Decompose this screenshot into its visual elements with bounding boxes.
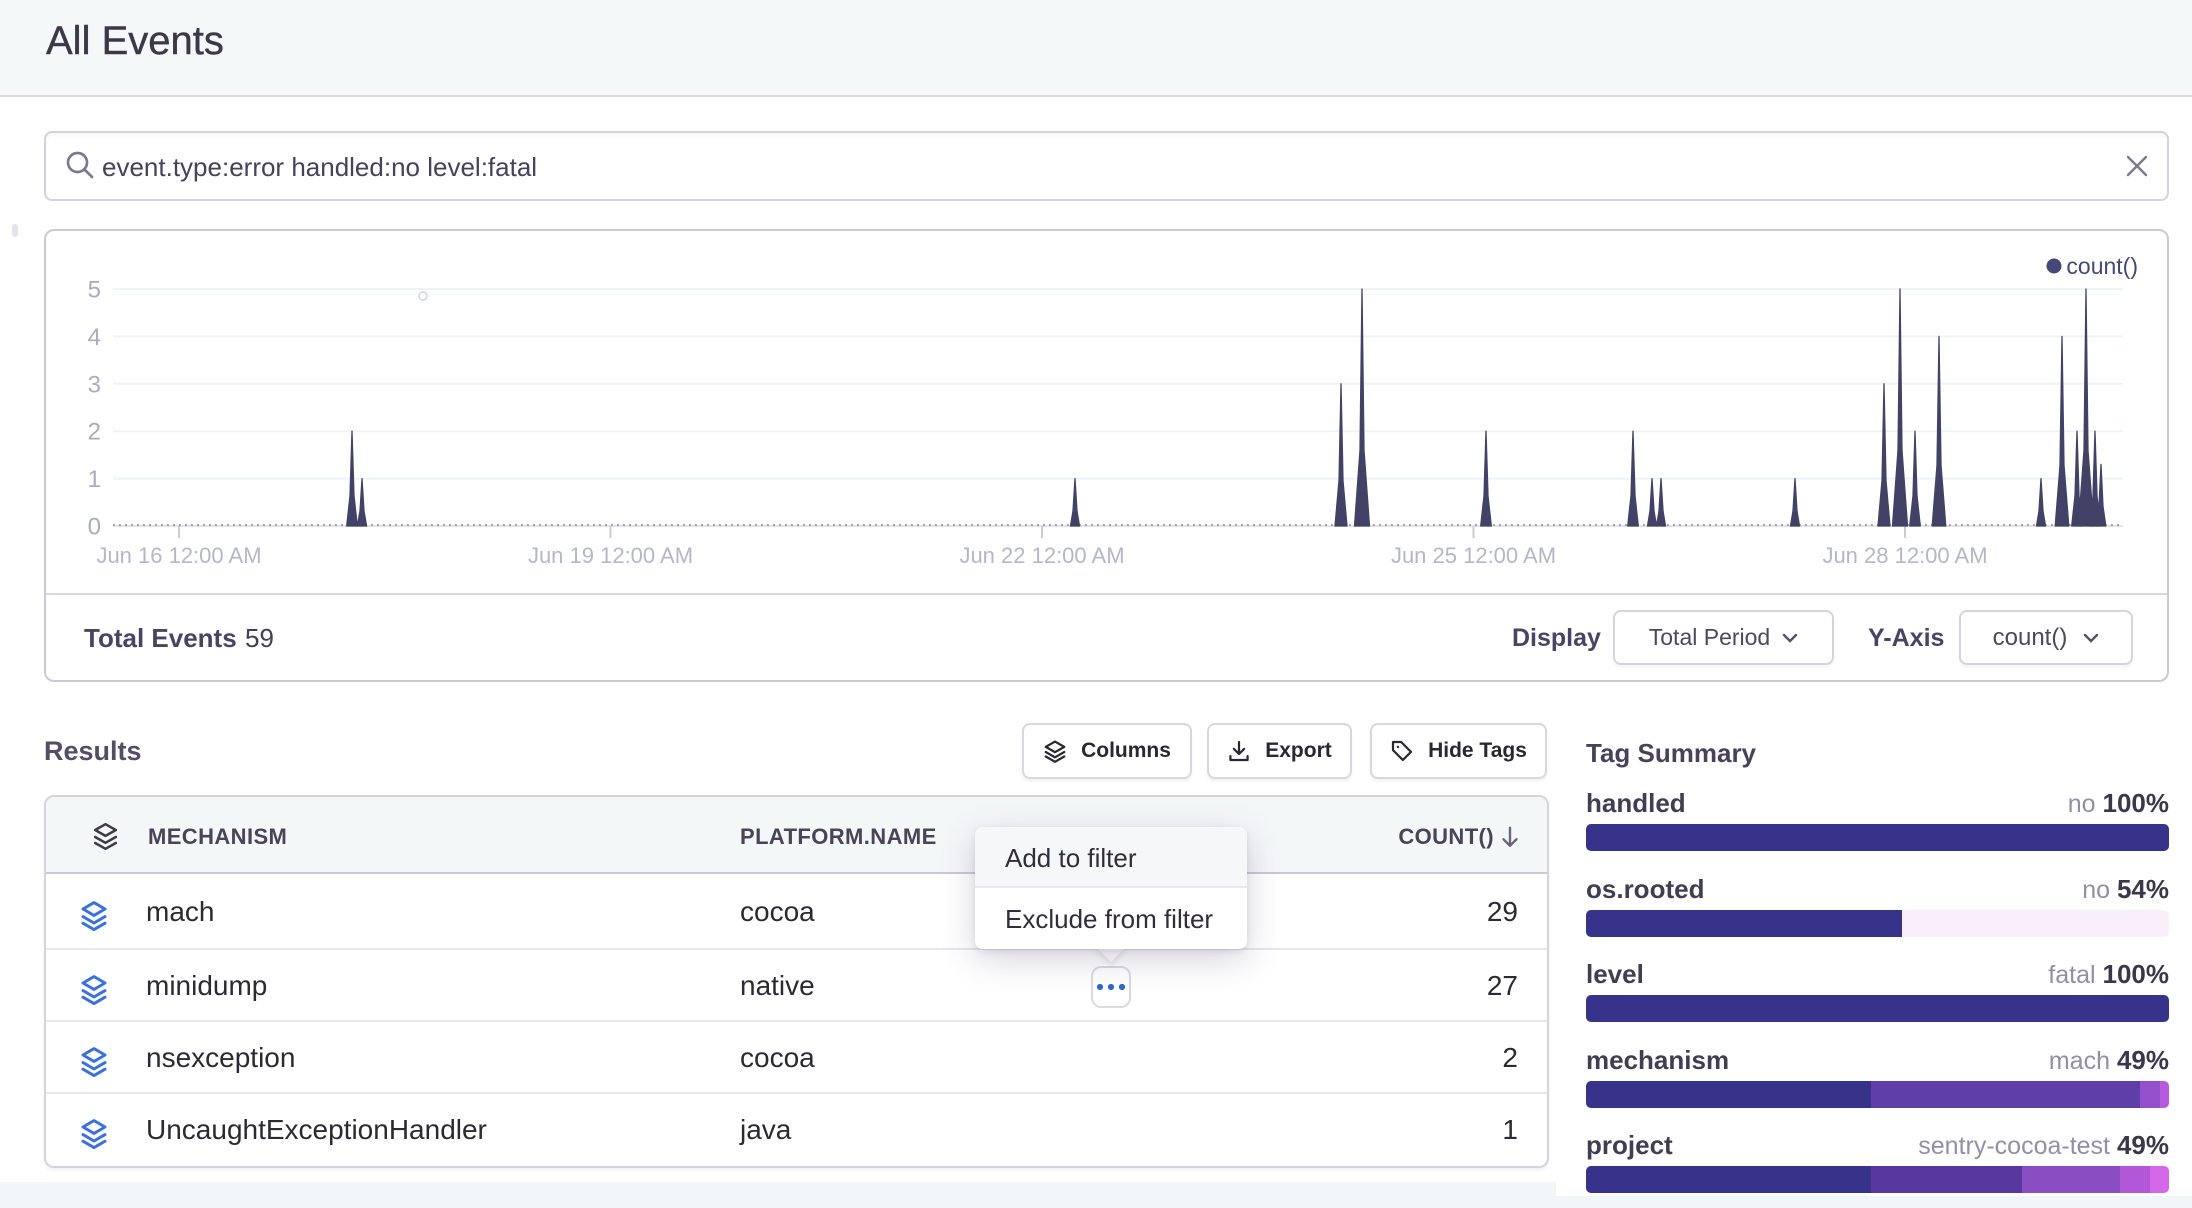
svg-text:Jun 19 12:00 AM: Jun 19 12:00 AM	[528, 543, 693, 568]
svg-text:4: 4	[88, 324, 101, 351]
svg-text:count(): count()	[2066, 253, 2138, 279]
svg-text:3: 3	[88, 371, 101, 398]
svg-text:5: 5	[88, 277, 101, 304]
svg-text:Jun 28 12:00 AM: Jun 28 12:00 AM	[1822, 543, 1987, 568]
svg-text:Jun 16 12:00 AM: Jun 16 12:00 AM	[96, 543, 261, 568]
svg-text:1: 1	[88, 466, 101, 493]
svg-text:2: 2	[88, 419, 101, 446]
svg-text:Jun 25 12:00 AM: Jun 25 12:00 AM	[1391, 543, 1556, 568]
svg-text:0: 0	[88, 514, 101, 541]
svg-text:Jun 22 12:00 AM: Jun 22 12:00 AM	[959, 543, 1124, 568]
